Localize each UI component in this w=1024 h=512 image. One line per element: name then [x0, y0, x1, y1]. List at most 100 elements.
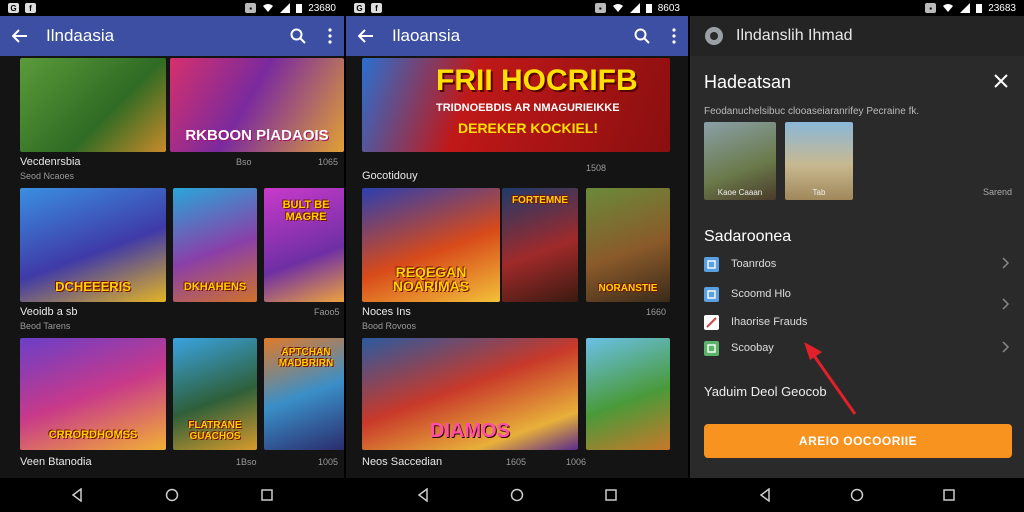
game-tile[interactable]: DIAMOS — [362, 338, 578, 450]
game-tile[interactable]: REQEGAN NOARIMAS — [362, 188, 500, 302]
option-label: Scoomd Hlo — [731, 288, 791, 300]
row-title: Veoidb a sb — [20, 306, 78, 318]
option-label: Ihaorise Frauds — [731, 316, 808, 328]
row-meta: 1065 — [318, 157, 339, 167]
app-bar: Ilaoansia — [346, 16, 688, 56]
sheet-title: Hadeatsan — [704, 72, 792, 92]
option-icon — [704, 314, 719, 330]
panel-right: ▪ 23683 Ilndanslih Ihmad Hadeatsan Feoda… — [690, 0, 1024, 512]
back-icon[interactable] — [417, 488, 429, 502]
app-title: Ilaoansia — [392, 26, 461, 45]
game-tile-title: DCHEEERIS — [55, 279, 131, 295]
game-tile[interactable]: FLATRANE GUACHOS — [173, 338, 257, 450]
back-arrow-icon[interactable] — [358, 29, 374, 43]
battery-icon — [296, 4, 303, 13]
recents-icon[interactable] — [942, 489, 955, 501]
row-subtitle: Seod Ncaoes — [20, 171, 75, 181]
status-bar: G f ▪ 8603 — [346, 0, 688, 16]
recents-icon[interactable] — [261, 489, 273, 501]
thumbnail-label: Tab — [812, 188, 826, 197]
banner-headline: FRII HOCRIFB — [436, 64, 638, 97]
game-tile[interactable]: APTCHAN MADBRIRN — [264, 338, 344, 450]
notification-icon: G — [8, 3, 19, 13]
back-icon[interactable] — [71, 488, 83, 502]
wifi-icon — [612, 4, 623, 12]
signal-icon — [960, 3, 971, 13]
status-time: 8603 — [657, 2, 680, 14]
chevron-right-icon — [1002, 256, 1010, 272]
system-nav-bar — [0, 478, 344, 512]
row-meta: 1005 — [318, 457, 339, 467]
screenshot-thumbnail[interactable]: Kaoe Caaan — [704, 122, 776, 200]
more-vert-icon[interactable] — [672, 28, 676, 44]
system-nav-bar — [690, 478, 1024, 512]
game-tile-title: FLATRANE GUACHOS — [188, 420, 242, 442]
app-title: Ilndaasia — [46, 26, 115, 45]
row-title: Vecdenrsbia — [20, 156, 81, 168]
option-item[interactable]: Ihaorise Frauds — [704, 310, 1010, 334]
game-tile-title: FORTEMNE — [511, 195, 569, 206]
battery-icon — [976, 4, 983, 13]
option-item[interactable]: Scoomd Hlo — [704, 282, 1010, 310]
game-tile-title: APTCHAN MADBRIRN — [278, 347, 334, 369]
game-tile-title: NORANSTIE — [598, 282, 658, 294]
side-note: Sarend — [982, 187, 1012, 197]
game-tile[interactable]: CRRORDHOMSS — [20, 338, 166, 450]
option-label: Toanrdos — [731, 258, 777, 270]
option-label: Scoobay — [731, 342, 774, 354]
search-icon[interactable] — [290, 28, 306, 44]
battery-icon — [645, 4, 652, 13]
game-tile[interactable] — [586, 338, 670, 450]
thumbnail-label: Kaoe Caaan — [717, 188, 763, 197]
option-item[interactable]: Toanrdos — [704, 252, 1010, 276]
row-meta: 1605 — [506, 457, 527, 467]
close-icon[interactable] — [994, 74, 1008, 88]
back-icon[interactable] — [759, 488, 771, 502]
game-list: FRII HOCRIFB TRIDNOEBDIS AR NMAGURIEIKKE… — [346, 56, 688, 478]
row-title: Noces Ins — [362, 306, 411, 318]
app-bar: Ilndanslih Ihmad — [690, 16, 1024, 56]
game-tile[interactable]: BULT BE MAGRE — [264, 188, 344, 302]
row-subtitle: Beod Tarens — [20, 321, 71, 331]
game-tile[interactable]: NORANSTIE — [586, 188, 670, 302]
option-icon — [704, 286, 719, 302]
notification-icon: f — [371, 3, 382, 13]
more-vert-icon[interactable] — [328, 28, 332, 44]
featured-banner[interactable]: FRII HOCRIFB TRIDNOEBDIS AR NMAGURIEIKKE… — [362, 58, 670, 152]
back-arrow-icon[interactable] — [12, 29, 28, 43]
game-tile-title: CRRORDHOMSS — [48, 429, 138, 442]
status-bar: G f ▪ 23680 — [0, 0, 344, 16]
search-icon[interactable] — [634, 28, 650, 44]
row-meta: Bso — [236, 157, 252, 167]
game-tile[interactable]: DCHEEERIS — [20, 188, 166, 302]
row-meta: 1660 — [646, 307, 667, 317]
status-bar: ▪ 23683 — [690, 0, 1024, 16]
signal-icon — [280, 3, 291, 13]
notification-icon: G — [354, 3, 365, 13]
system-nav-bar — [346, 478, 688, 512]
wifi-icon — [263, 4, 274, 12]
row-meta: 1006 — [566, 457, 587, 467]
game-tile[interactable]: DKHAHENS — [173, 188, 257, 302]
home-icon[interactable] — [165, 488, 179, 502]
app-bar: Ilndaasia — [0, 16, 344, 56]
row-title: Gocotidouy — [362, 170, 418, 182]
option-icon — [704, 340, 719, 356]
home-icon[interactable] — [510, 488, 524, 502]
screenshot-thumbnail[interactable]: Tab — [785, 122, 853, 200]
row-title: Neos Saccedian — [362, 456, 443, 468]
recents-icon[interactable] — [605, 489, 618, 501]
primary-action-button[interactable]: AREIO OOCOORIIE — [704, 424, 1012, 458]
featured-banner-left[interactable] — [20, 58, 166, 152]
notification-icon: ▪ — [245, 3, 257, 13]
sheet-description: Feodanuchelsibuc clooaseiaranrifey Pecra… — [704, 106, 920, 117]
game-tile-title: BULT BE MAGRE — [282, 199, 330, 223]
app-logo-icon — [704, 26, 724, 46]
featured-banner-right[interactable]: RKBOON PlADAOIS — [170, 58, 344, 152]
game-tile-title: DIAMOS — [430, 420, 510, 442]
banner-subline: DEREKER KOCKIEL! — [458, 120, 599, 136]
home-icon[interactable] — [850, 488, 864, 502]
status-time: 23680 — [308, 2, 336, 14]
game-tile[interactable]: FORTEMNE — [502, 188, 578, 302]
option-item[interactable]: Scoobay — [704, 336, 1010, 360]
